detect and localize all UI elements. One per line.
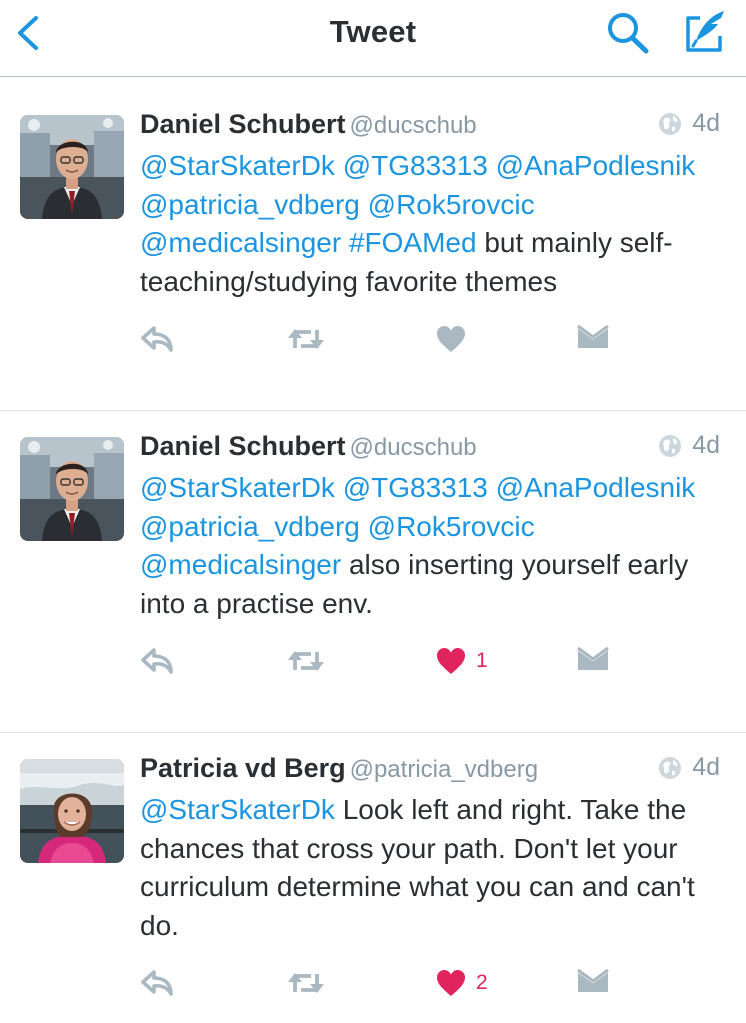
tweet-text-segment (360, 511, 368, 542)
reply-icon (141, 326, 173, 352)
author-handle[interactable]: @patricia_vdberg (350, 756, 538, 783)
mention-link[interactable]: @Rok5rovcic (368, 511, 535, 542)
tweet[interactable]: Daniel Schubert @ducschub 4d @StarSkaterDk … (0, 410, 746, 732)
mention-link[interactable]: @TG83313 (343, 150, 488, 181)
like-count: 1 (476, 649, 488, 672)
avatar[interactable] (20, 437, 124, 541)
mention-link[interactable]: @StarSkaterDk (140, 472, 335, 503)
tweet-meta: 4d (658, 109, 720, 138)
like-button[interactable]: 2 (436, 963, 488, 1003)
tweet-text: @StarSkaterDk Look left and right. Take … (140, 791, 720, 945)
nav-bar: Tweet (0, 0, 746, 77)
author-name[interactable]: Daniel Schubert (140, 109, 346, 139)
tweet-timestamp: 4d (692, 753, 720, 781)
direct-message-icon (577, 968, 609, 992)
tweet-actions: 1 (140, 641, 720, 697)
avatar-image (20, 759, 124, 863)
reply-button[interactable] (140, 319, 174, 359)
tweet-text-segment (488, 150, 496, 181)
mention-link[interactable]: @medicalsinger (140, 227, 341, 258)
retweet-button[interactable] (286, 319, 326, 359)
retweet-button[interactable] (286, 641, 326, 681)
mention-link[interactable]: @StarSkaterDk (140, 150, 335, 181)
mention-link[interactable]: @patricia_vdberg (140, 511, 360, 542)
avatar[interactable] (20, 759, 124, 863)
like-button[interactable]: 1 (436, 641, 488, 681)
mention-link[interactable]: @AnaPodlesnik (496, 150, 696, 181)
tweet-meta: 4d (658, 431, 720, 460)
tweet-header: Daniel Schubert @ducschub 4d (140, 109, 720, 147)
direct-message-button[interactable] (576, 319, 610, 359)
compose-tweet-icon[interactable] (680, 8, 728, 56)
direct-message-icon (577, 646, 609, 670)
tweet-text-segment (341, 227, 349, 258)
retweet-icon (288, 973, 324, 993)
heart-icon (437, 648, 465, 674)
retweet-icon (288, 329, 324, 349)
tweet-text-segment (488, 472, 496, 503)
direct-message-button[interactable] (576, 641, 610, 681)
tweet-content: Daniel Schubert @ducschub 4d @StarSkaterDk … (140, 89, 720, 375)
retweet-button[interactable] (286, 963, 326, 1003)
search-icon[interactable] (604, 10, 652, 56)
tweet-header: Patricia vd Berg @patricia_vdberg 4d (140, 753, 720, 791)
mention-link[interactable]: @StarSkaterDk (140, 794, 335, 825)
avatar[interactable] (20, 115, 124, 219)
like-button[interactable] (436, 319, 466, 359)
mention-link[interactable]: @patricia_vdberg (140, 189, 360, 220)
mention-link[interactable]: @AnaPodlesnik (496, 472, 696, 503)
author-name[interactable]: Patricia vd Berg (140, 753, 346, 783)
tweet-content: Daniel Schubert @ducschub 4d @StarSkaterDk … (140, 411, 720, 697)
tweet-content: Patricia vd Berg @patricia_vdberg 4d @StarS… (140, 733, 720, 1019)
tweet[interactable]: Daniel Schubert @ducschub 4d @StarSkaterDk … (0, 89, 746, 410)
globe-icon (659, 756, 682, 779)
direct-message-button[interactable] (576, 963, 610, 1003)
globe-icon (659, 112, 682, 135)
hashtag-link[interactable]: #FOAMed (349, 227, 477, 258)
author-handle[interactable]: @ducschub (350, 112, 477, 139)
heart-icon (437, 326, 465, 352)
tweet-actions: 2 (140, 963, 720, 1019)
tweet-text: @StarSkaterDk @TG83313 @AnaPodlesnik @pa… (140, 147, 720, 301)
tweet-text-segment (360, 189, 368, 220)
tweet-timestamp: 4d (692, 109, 720, 137)
tweet-meta: 4d (658, 753, 720, 782)
mention-link[interactable]: @medicalsinger (140, 549, 341, 580)
tweet-text-segment (335, 150, 343, 181)
heart-icon (437, 970, 465, 996)
tweet[interactable]: Patricia vd Berg @patricia_vdberg 4d @StarS… (0, 732, 746, 1023)
reply-button[interactable] (140, 963, 174, 1003)
retweet-icon (288, 651, 324, 671)
tweet-timestamp: 4d (692, 431, 720, 459)
reply-icon (141, 648, 173, 674)
section-gap (0, 77, 746, 89)
like-count: 2 (476, 971, 488, 994)
tweet-actions (140, 319, 720, 375)
tweet-header: Daniel Schubert @ducschub 4d (140, 431, 720, 469)
mention-link[interactable]: @TG83313 (343, 472, 488, 503)
tweet-text-segment (335, 472, 343, 503)
author-handle[interactable]: @ducschub (350, 434, 477, 461)
avatar-image (20, 437, 124, 541)
reply-icon (141, 970, 173, 996)
direct-message-icon (577, 324, 609, 348)
author-name[interactable]: Daniel Schubert (140, 431, 346, 461)
tweet-feed: Daniel Schubert @ducschub 4d @StarSkaterDk … (0, 89, 746, 1023)
mention-link[interactable]: @Rok5rovcic (368, 189, 535, 220)
tweet-text: @StarSkaterDk @TG83313 @AnaPodlesnik @pa… (140, 469, 720, 623)
reply-button[interactable] (140, 641, 174, 681)
globe-icon (659, 434, 682, 457)
avatar-image (20, 115, 124, 219)
